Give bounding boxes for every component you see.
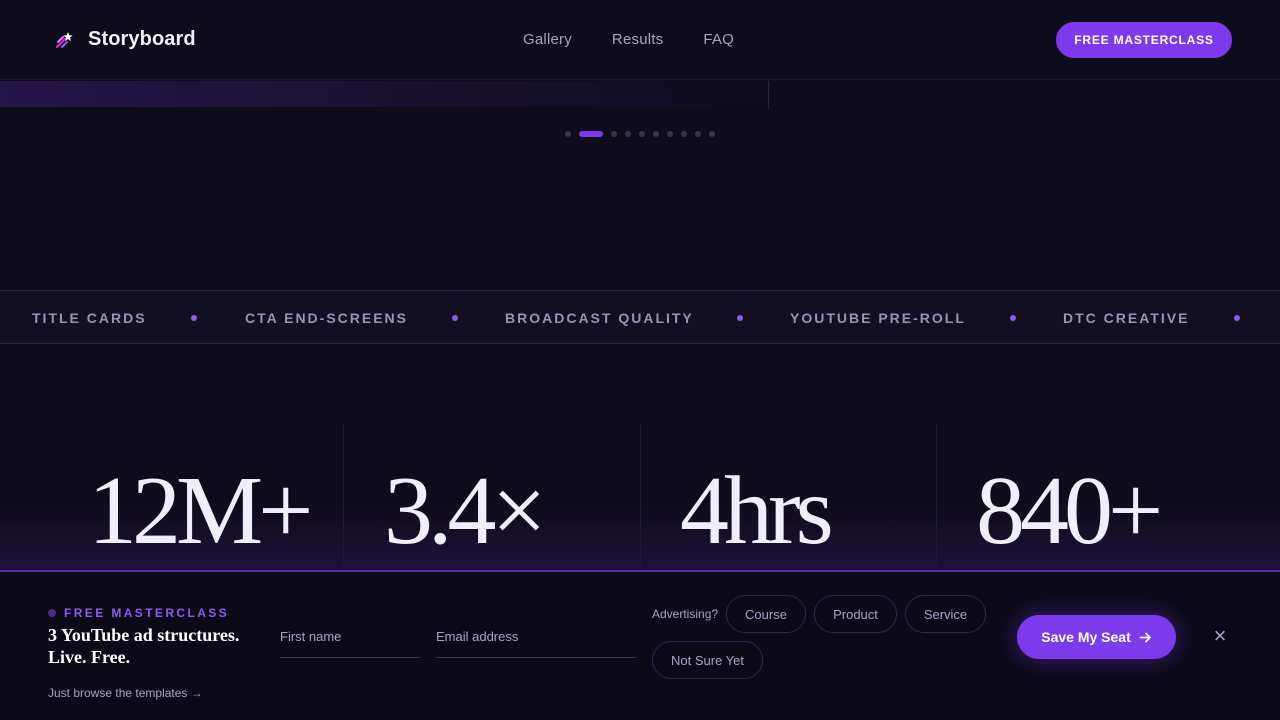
carousel-dot[interactable]: [667, 131, 673, 137]
carousel-pagination: [565, 131, 715, 137]
carousel-dot[interactable]: [681, 131, 687, 137]
carousel-dot[interactable]: [709, 131, 715, 137]
carousel-dot[interactable]: [565, 131, 571, 137]
save-button-label: Save My Seat: [1041, 629, 1131, 645]
option-product-chip[interactable]: Product: [814, 595, 897, 633]
marquee-separator: [452, 315, 458, 321]
marquee-item: TITLE CARDS: [32, 310, 147, 326]
marquee-item: CTA END-SCREENS: [245, 310, 409, 326]
carousel-dot[interactable]: [611, 131, 617, 137]
stat-value: 840+: [976, 457, 1163, 565]
kicker-label: FREE MASTERCLASS: [64, 606, 230, 620]
nav-results-link[interactable]: Results: [612, 31, 663, 48]
marquee-separator: [1010, 315, 1016, 321]
carousel-dot[interactable]: [625, 131, 631, 137]
option-service-chip[interactable]: Service: [905, 595, 986, 633]
main-nav: Gallery Results FAQ: [523, 31, 734, 48]
stat-divider: [936, 424, 937, 574]
brand-name: Storyboard: [88, 28, 196, 50]
carousel-dot[interactable]: [639, 131, 645, 137]
stat-value: 12M+: [88, 457, 313, 565]
option-not-sure-chip[interactable]: Not Sure Yet: [652, 641, 763, 679]
hero-glow-strip: [0, 81, 768, 107]
site-header: Storyboard Gallery Results FAQ FREE MAST…: [0, 0, 1280, 80]
shooting-star-icon: [55, 31, 73, 48]
arrow-right-icon: [1139, 632, 1151, 642]
first-name-field[interactable]: [280, 620, 420, 658]
kicker-dot-icon: [48, 609, 56, 617]
nav-faq-link[interactable]: FAQ: [703, 31, 734, 48]
save-my-seat-button[interactable]: Save My Seat: [1017, 615, 1176, 659]
signup-kicker: FREE MASTERCLASS: [48, 606, 229, 620]
marquee-item: DTC CREATIVE: [1063, 310, 1190, 326]
stat-value: 4hrs: [680, 457, 834, 565]
close-icon[interactable]: ×: [1210, 625, 1230, 647]
advertising-label: Advertising?: [652, 607, 719, 621]
marquee-separator: [191, 315, 197, 321]
carousel-dot-active[interactable]: [579, 131, 603, 137]
browse-templates-link[interactable]: Just browse the templates →: [48, 686, 203, 700]
option-course-chip[interactable]: Course: [726, 595, 806, 633]
hero-divider: [768, 81, 769, 109]
email-field[interactable]: [436, 620, 636, 658]
signup-title: 3 YouTube ad structures. Live. Free.: [48, 625, 240, 667]
marquee-separator: [1234, 315, 1240, 321]
nav-gallery-link[interactable]: Gallery: [523, 31, 572, 48]
signup-bar: FREE MASTERCLASS 3 YouTube ad structures…: [0, 570, 1280, 720]
feature-marquee: TITLE CARDS CTA END-SCREENS BROADCAST QU…: [0, 290, 1280, 344]
marquee-item: BROADCAST QUALITY: [505, 310, 694, 326]
carousel-dot[interactable]: [653, 131, 659, 137]
marquee-item: YOUTUBE PRE-ROLL: [790, 310, 966, 326]
carousel-dot[interactable]: [695, 131, 701, 137]
marquee-separator: [737, 315, 743, 321]
stat-value: 3.4×: [384, 457, 547, 565]
free-masterclass-button[interactable]: FREE MASTERCLASS: [1056, 22, 1232, 58]
stat-divider: [343, 424, 344, 574]
stat-divider: [640, 424, 641, 574]
brand-logo[interactable]: Storyboard: [54, 28, 196, 51]
